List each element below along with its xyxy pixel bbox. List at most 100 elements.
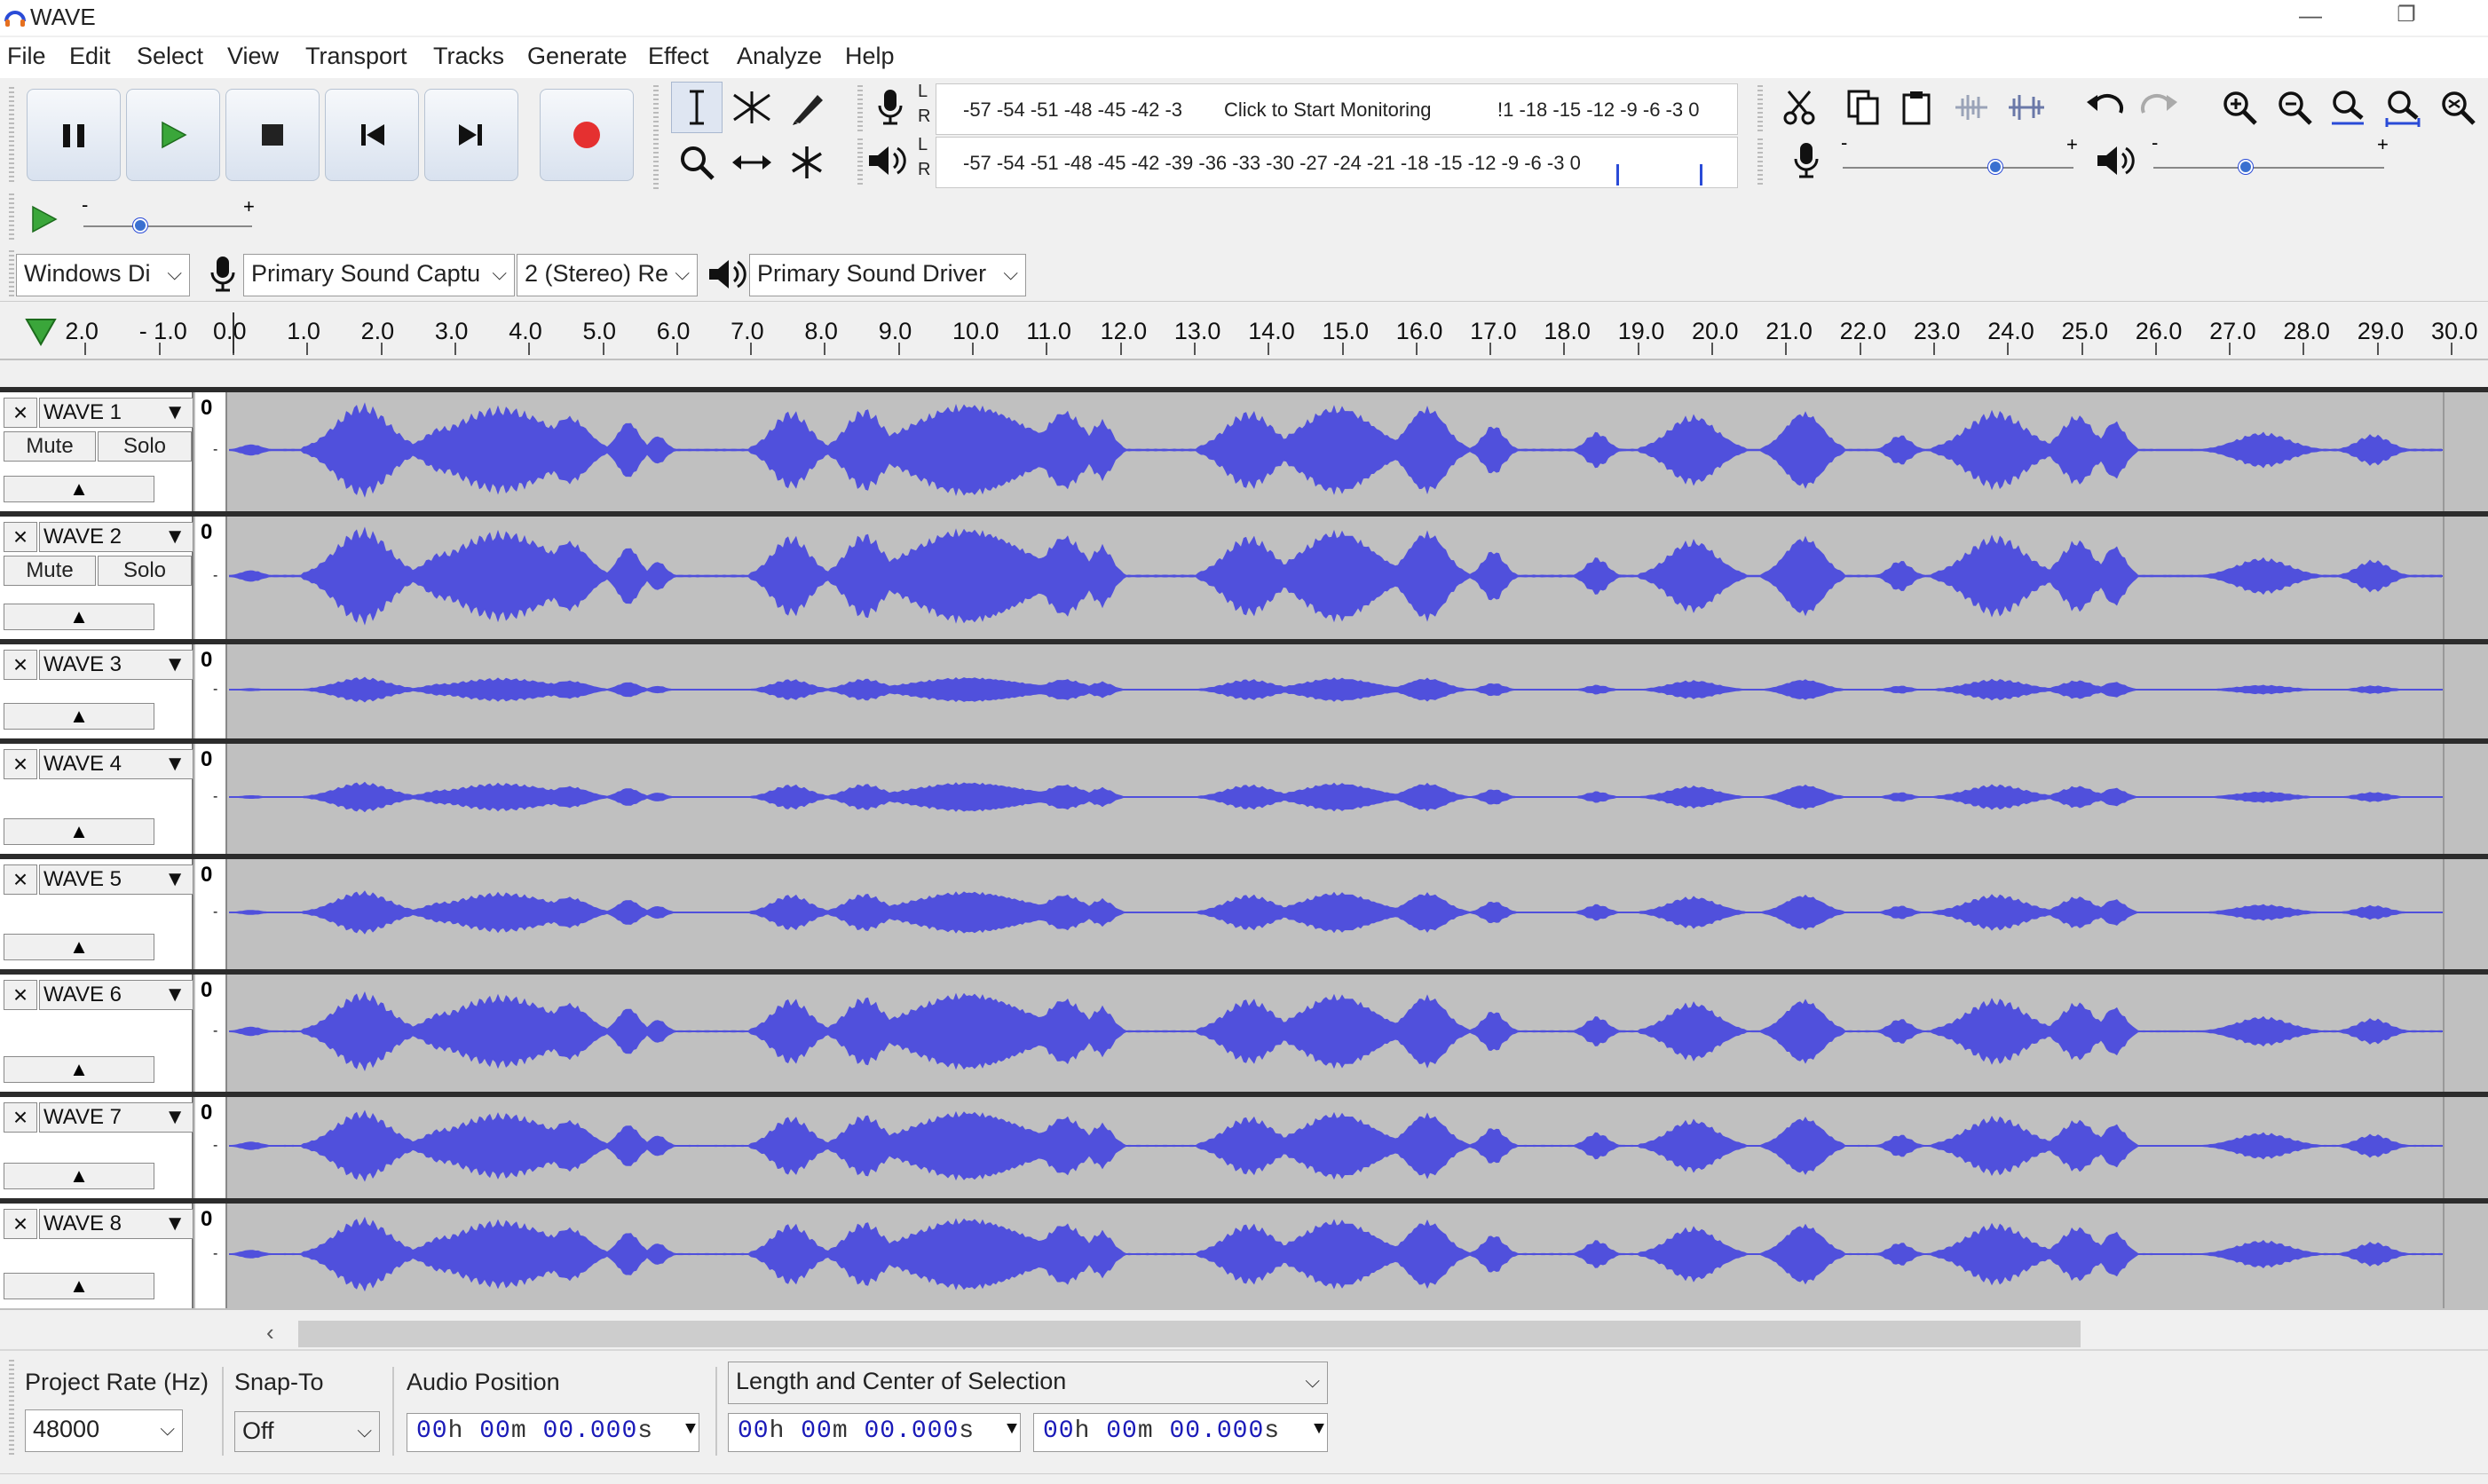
track-close-button[interactable]: ×	[4, 1102, 37, 1133]
record-meter-prompt[interactable]: Click to Start Monitoring	[1224, 99, 1432, 122]
stop-button[interactable]	[225, 89, 320, 181]
playback-meter[interactable]: -57 -54 -51 -48 -45 -42 -39 -36 -33 -30 …	[936, 137, 1738, 188]
chevron-down-icon[interactable]: ▼	[1007, 1419, 1018, 1440]
menu-select[interactable]: Select	[137, 43, 203, 70]
waveform-area[interactable]	[229, 1204, 2443, 1308]
horizontal-scroll-thumb[interactable]	[298, 1321, 2081, 1347]
restore-button[interactable]: ❐	[2393, 2, 2420, 28]
collapse-track-button[interactable]: ▲	[4, 1273, 154, 1299]
menu-help[interactable]: Help	[845, 43, 895, 70]
audio-position-time[interactable]: 00h 00m 00.000s ▼	[407, 1413, 699, 1452]
vertical-scale[interactable]: 0-	[195, 1097, 227, 1198]
mute-button[interactable]: Mute	[4, 556, 96, 586]
fit-selection-button[interactable]	[2322, 82, 2373, 133]
track-close-button[interactable]: ×	[4, 980, 37, 1010]
menu-analyze[interactable]: Analyze	[737, 43, 822, 70]
scroll-left-icon[interactable]: ‹	[266, 1319, 274, 1346]
copy-button[interactable]	[1837, 82, 1889, 133]
audio-track[interactable]: × WAVE 7 ▼ ▲ 0-	[0, 1092, 2488, 1198]
zoom-in-button[interactable]	[2214, 82, 2265, 133]
trim-audio-button[interactable]	[1946, 82, 1997, 133]
track-close-button[interactable]: ×	[4, 522, 37, 552]
recording-device-select[interactable]: Primary Sound Captu ⌵	[243, 254, 515, 296]
vertical-scale[interactable]: 0-	[195, 644, 227, 738]
zoom-toggle-button[interactable]	[2432, 82, 2484, 133]
record-meter[interactable]: -57 -54 -51 -48 -45 -42 -3 Click to Star…	[936, 83, 1738, 135]
multi-tool-button[interactable]	[781, 137, 833, 188]
time-shift-tool-button[interactable]	[726, 137, 778, 188]
waveform-area[interactable]	[229, 392, 2443, 511]
menu-file[interactable]: File	[7, 43, 46, 70]
envelope-tool-button[interactable]	[726, 82, 778, 133]
play-at-speed-grip[interactable]	[9, 193, 14, 241]
track-area[interactable]: × WAVE 1 ▼ Mute Solo ▲ 0- × WAVE 2 ▼ Mute Solo ▲ 0- × W…	[0, 387, 2488, 1310]
selection-center-time[interactable]: 00h 00m 00.000s ▼	[1033, 1413, 1328, 1452]
track-close-button[interactable]: ×	[4, 1209, 37, 1239]
record-button[interactable]	[540, 89, 634, 181]
collapse-track-button[interactable]: ▲	[4, 934, 154, 960]
selection-toolbar-grip[interactable]	[9, 1360, 14, 1457]
audio-track[interactable]: × WAVE 4 ▼ ▲ 0-	[0, 738, 2488, 854]
selection-mode-select[interactable]: Length and Center of Selection ⌵	[728, 1362, 1328, 1404]
vertical-scale[interactable]: 0-	[195, 744, 227, 854]
menu-tracks[interactable]: Tracks	[433, 43, 504, 70]
menu-effect[interactable]: Effect	[648, 43, 709, 70]
recording-volume-thumb[interactable]	[1988, 160, 2002, 174]
edit-toolbar-grip[interactable]	[1757, 85, 1763, 133]
play-at-speed-button[interactable]	[18, 193, 69, 245]
zoom-out-button[interactable]	[2269, 82, 2320, 133]
track-name-menu[interactable]: WAVE 4 ▼	[39, 749, 194, 779]
waveform-area[interactable]	[229, 859, 2443, 969]
collapse-track-button[interactable]: ▲	[4, 476, 154, 502]
play-speed-thumb[interactable]	[133, 218, 147, 233]
menu-view[interactable]: View	[227, 43, 279, 70]
play-button[interactable]	[126, 89, 220, 181]
playback-device-select[interactable]: Primary Sound Driver ⌵	[749, 254, 1026, 296]
collapse-track-button[interactable]: ▲	[4, 1163, 154, 1189]
solo-button[interactable]: Solo	[98, 431, 192, 462]
track-name-menu[interactable]: WAVE 6 ▼	[39, 980, 194, 1010]
playback-volume-slider[interactable]: - +	[2150, 131, 2391, 181]
timeline-play-head-icon[interactable]	[23, 316, 59, 352]
playback-meter-button[interactable]	[859, 135, 911, 186]
track-name-menu[interactable]: WAVE 5 ▼	[39, 864, 194, 895]
waveform-area[interactable]	[229, 1097, 2443, 1198]
collapse-track-button[interactable]: ▲	[4, 818, 154, 845]
track-name-menu[interactable]: WAVE 7 ▼	[39, 1102, 194, 1133]
recording-channels-select[interactable]: 2 (Stereo) Re ⌵	[517, 254, 698, 296]
menu-transport[interactable]: Transport	[305, 43, 407, 70]
audio-track[interactable]: × WAVE 1 ▼ Mute Solo ▲ 0-	[0, 387, 2488, 511]
waveform-area[interactable]	[229, 744, 2443, 854]
track-name-menu[interactable]: WAVE 1 ▼	[39, 398, 194, 428]
audio-host-select[interactable]: Windows Di ⌵	[16, 254, 190, 296]
track-name-menu[interactable]: WAVE 8 ▼	[39, 1209, 194, 1239]
redo-button[interactable]	[2134, 82, 2185, 133]
playback-volume-thumb[interactable]	[2239, 160, 2253, 174]
mixer-toolbar-grip[interactable]	[1757, 138, 1763, 186]
waveform-area[interactable]	[229, 644, 2443, 738]
paste-button[interactable]	[1891, 82, 1942, 133]
track-name-menu[interactable]: WAVE 3 ▼	[39, 650, 194, 680]
minimize-button[interactable]: —	[2297, 2, 2324, 28]
pause-button[interactable]	[27, 89, 121, 181]
track-name-menu[interactable]: WAVE 2 ▼	[39, 522, 194, 552]
silence-audio-button[interactable]	[2001, 82, 2052, 133]
play-speed-slider[interactable]: - +	[76, 193, 268, 241]
skip-to-start-button[interactable]	[325, 89, 419, 181]
vertical-scale[interactable]: 0-	[195, 859, 227, 969]
draw-tool-button[interactable]	[781, 82, 833, 133]
chevron-down-icon[interactable]: ▼	[685, 1419, 697, 1440]
zoom-tool-button[interactable]	[671, 137, 723, 188]
menu-generate[interactable]: Generate	[527, 43, 628, 70]
selection-length-time[interactable]: 00h 00m 00.000s ▼	[728, 1413, 1021, 1452]
waveform-area[interactable]	[229, 975, 2443, 1092]
chevron-down-icon[interactable]: ▼	[1314, 1419, 1325, 1440]
audio-track[interactable]: × WAVE 8 ▼ ▲ 0-	[0, 1198, 2488, 1308]
project-rate-select[interactable]: 48000 ⌵	[25, 1409, 183, 1452]
skip-to-end-button[interactable]	[424, 89, 518, 181]
track-close-button[interactable]: ×	[4, 398, 37, 428]
collapse-track-button[interactable]: ▲	[4, 1056, 154, 1083]
tools-toolbar-grip[interactable]	[653, 85, 659, 192]
undo-button[interactable]	[2079, 82, 2130, 133]
timeline-ruler[interactable]: 2.0 - 1.0 0.0 1.0 2.0 3.0 4.0 5.0 6.0 7.0 8.0 9.0 10…	[0, 304, 2488, 360]
